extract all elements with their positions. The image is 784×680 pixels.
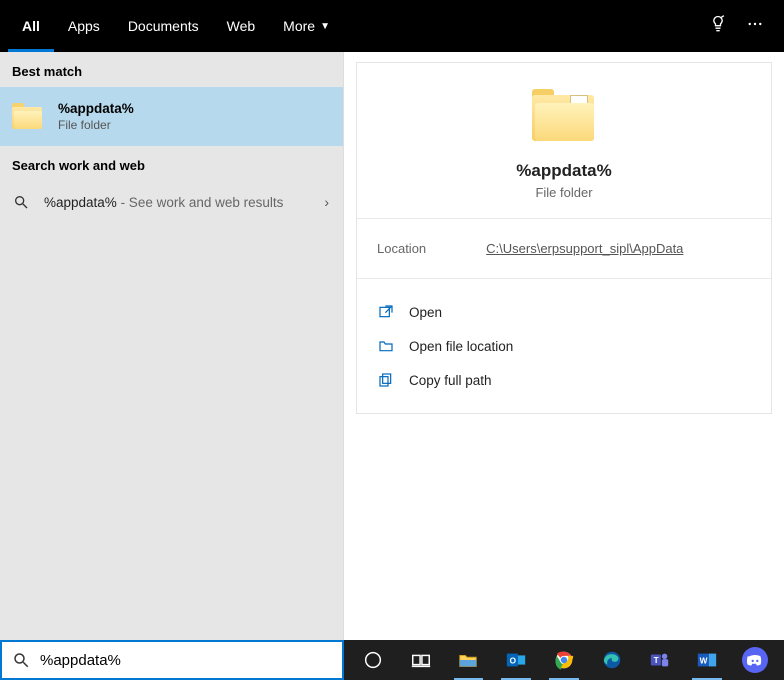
tab-web[interactable]: Web: [213, 0, 270, 52]
taskbar: O T W: [344, 640, 784, 680]
feedback-icon[interactable]: [708, 14, 728, 39]
taskbar-discord[interactable]: [732, 640, 778, 680]
taskbar-explorer[interactable]: [446, 640, 492, 680]
result-subtitle: File folder: [58, 118, 134, 132]
search-icon: [12, 193, 30, 211]
search-input[interactable]: [40, 652, 332, 669]
chevron-down-icon: ▼: [320, 21, 330, 32]
best-match-label: Best match: [0, 52, 343, 87]
search-icon: [12, 651, 30, 669]
action-open-location-label: Open file location: [409, 339, 513, 354]
svg-text:W: W: [700, 657, 708, 666]
search-box[interactable]: [0, 640, 344, 680]
web-result[interactable]: %appdata% - See work and web results ›: [0, 181, 343, 223]
tab-documents[interactable]: Documents: [114, 0, 213, 52]
taskbar-taskview[interactable]: [398, 640, 444, 680]
preview-title: %appdata%: [516, 161, 611, 181]
copy-icon: [377, 371, 395, 389]
discord-icon: [742, 647, 768, 673]
chevron-right-icon: ›: [324, 194, 329, 210]
svg-text:T: T: [653, 656, 658, 665]
location-path[interactable]: C:\Users\erpsupport_sipl\AppData: [486, 241, 683, 256]
folder-icon: [12, 103, 44, 131]
tab-all[interactable]: All: [8, 0, 54, 52]
work-web-label: Search work and web: [0, 146, 343, 181]
tab-more[interactable]: More ▼: [269, 0, 344, 52]
action-open[interactable]: Open: [367, 295, 761, 329]
tab-more-label: More: [283, 18, 315, 34]
result-title: %appdata%: [58, 101, 134, 116]
folder-outline-icon: [377, 337, 395, 355]
tab-apps[interactable]: Apps: [54, 0, 114, 52]
action-open-location[interactable]: Open file location: [367, 329, 761, 363]
open-icon: [377, 303, 395, 321]
taskbar-chrome[interactable]: [541, 640, 587, 680]
preview-subtitle: File folder: [535, 185, 592, 200]
svg-text:O: O: [510, 657, 517, 666]
taskbar-outlook[interactable]: O: [493, 640, 539, 680]
preview-panel: %appdata% File folder Location C:\Users\…: [344, 52, 784, 640]
search-tabs: All Apps Documents Web More ▼: [0, 0, 784, 52]
action-copy-path-label: Copy full path: [409, 373, 492, 388]
best-match-result[interactable]: %appdata% File folder: [0, 87, 343, 146]
taskbar-edge[interactable]: [589, 640, 635, 680]
folder-icon: [532, 89, 596, 143]
more-icon[interactable]: [746, 15, 764, 38]
taskbar-word[interactable]: W: [684, 640, 730, 680]
action-copy-path[interactable]: Copy full path: [367, 363, 761, 397]
location-label: Location: [377, 241, 426, 256]
taskbar-teams[interactable]: T: [637, 640, 683, 680]
web-result-text: %appdata% - See work and web results: [44, 195, 283, 210]
action-open-label: Open: [409, 305, 442, 320]
results-panel: Best match %appdata% File folder Search …: [0, 52, 344, 640]
taskbar-cortana[interactable]: [350, 640, 396, 680]
